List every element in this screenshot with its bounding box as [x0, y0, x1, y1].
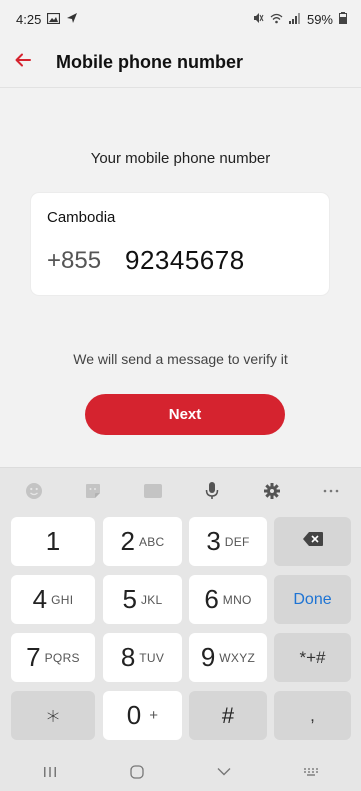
phone-input-card: Cambodia +855 92345678	[31, 193, 329, 295]
done-key[interactable]: Done	[274, 575, 351, 624]
key-5[interactable]: 5 JKL	[103, 575, 182, 624]
wifi-icon	[270, 12, 283, 27]
mute-icon	[252, 12, 264, 27]
key-2[interactable]: 2 ABC	[103, 517, 182, 566]
key-4-letters: GHI	[51, 592, 74, 607]
app-bar: Mobile phone number	[0, 38, 361, 88]
key-3-letters: DEF	[224, 534, 250, 549]
battery-icon	[339, 11, 347, 27]
key-1-label: 1	[45, 526, 61, 556]
star-key-label: ∗	[44, 700, 62, 730]
recents-icon[interactable]	[28, 757, 72, 787]
hash-key-label: #	[221, 702, 235, 728]
emoji-icon[interactable]	[20, 477, 48, 505]
status-time: 4:25	[16, 11, 42, 27]
key-4[interactable]: 4 GHI	[11, 575, 95, 624]
key-9-label: 9	[200, 642, 216, 672]
numeric-keyboard: 1 2 ABC 3 DEF 4 GHI 5 JKL 6 MNO Done 7 P…	[0, 467, 361, 791]
comma-key-label: ,	[310, 705, 315, 725]
done-key-label: Done	[293, 590, 332, 608]
key-0-plus: +	[149, 707, 159, 724]
country-selector[interactable]: Cambodia	[47, 209, 115, 226]
key-4-label: 4	[32, 584, 48, 614]
battery-percent: 59%	[306, 11, 333, 27]
mic-icon[interactable]	[198, 477, 226, 505]
key-5-label: 5	[122, 584, 137, 614]
backspace-icon	[302, 531, 324, 552]
key-0[interactable]: 0 +	[103, 691, 182, 740]
status-bar: 4:25 59%	[0, 0, 361, 38]
send-icon	[66, 12, 78, 27]
key-8[interactable]: 8 TUV	[103, 633, 182, 682]
key-1[interactable]: 1	[11, 517, 95, 566]
page-title: Mobile phone number	[56, 52, 243, 72]
key-7-label: 7	[26, 642, 41, 672]
key-6-letters: MNO	[222, 592, 252, 607]
star-key[interactable]: ∗	[11, 691, 95, 740]
system-nav-bar	[0, 752, 361, 791]
key-9[interactable]: 9 WXYZ	[189, 633, 267, 682]
phone-number-input[interactable]: 92345678	[125, 245, 245, 276]
more-icon[interactable]	[317, 477, 345, 505]
key-8-letters: TUV	[139, 650, 165, 665]
gif-icon[interactable]	[139, 477, 167, 505]
status-left: 4:25	[16, 12, 78, 27]
signal-icon	[288, 12, 301, 27]
phone-prompt: Your mobile phone number	[90, 150, 271, 167]
key-2-letters: ABC	[138, 534, 165, 549]
back-chevron-icon[interactable]	[202, 757, 246, 787]
symbols-key-label: *+#	[299, 647, 326, 667]
home-icon[interactable]	[115, 757, 159, 787]
key-7[interactable]: 7 PQRS	[11, 633, 95, 682]
gallery-icon	[47, 12, 61, 27]
status-right: 59%	[252, 11, 347, 27]
comma-key[interactable]: ,	[274, 691, 351, 740]
backspace-key[interactable]	[274, 517, 351, 566]
arrow-left-icon	[15, 53, 31, 72]
back-button[interactable]	[0, 38, 46, 88]
next-button[interactable]: Next	[85, 394, 285, 435]
key-7-letters: PQRS	[44, 650, 80, 665]
key-2-label: 2	[120, 526, 135, 556]
sticker-icon[interactable]	[79, 477, 107, 505]
key-3-label: 3	[206, 526, 221, 556]
key-6-label: 6	[204, 584, 219, 614]
hash-key[interactable]: #	[189, 691, 267, 740]
key-6[interactable]: 6 MNO	[189, 575, 267, 624]
symbols-key[interactable]: *+#	[274, 633, 351, 682]
keyboard-toolbar	[0, 468, 361, 513]
key-5-letters: JKL	[140, 592, 163, 607]
key-8-label: 8	[120, 642, 136, 672]
key-9-letters: WXYZ	[219, 650, 256, 665]
key-0-label: 0	[126, 700, 142, 730]
country-code: +855	[47, 247, 102, 274]
verify-note: We will send a message to verify it	[73, 351, 288, 367]
settings-icon[interactable]	[258, 477, 286, 505]
keyboard-switch-icon[interactable]	[289, 757, 333, 787]
key-3[interactable]: 3 DEF	[189, 517, 267, 566]
